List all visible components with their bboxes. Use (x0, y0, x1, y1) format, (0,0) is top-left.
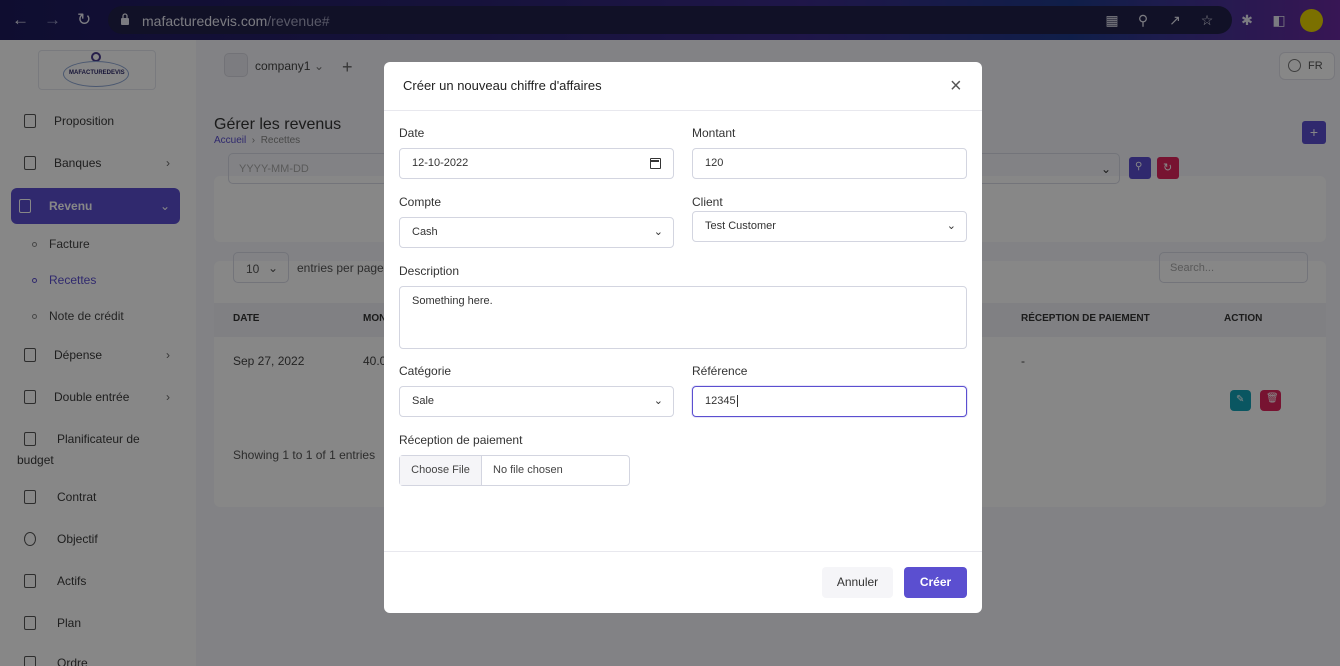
category-select[interactable]: Sale ⌄ (399, 386, 674, 417)
account-select[interactable]: Cash ⌄ (399, 217, 674, 248)
create-revenue-modal: Créer un nouveau chiffre d'affaires × Da… (384, 62, 982, 613)
file-status: No file chosen (493, 464, 563, 476)
payment-receipt-label: Réception de paiement (399, 433, 523, 447)
description-label: Description (399, 264, 460, 278)
modal-footer-divider (384, 551, 982, 552)
reference-input[interactable]: 12345 (692, 386, 967, 417)
account-label: Compte (399, 195, 442, 209)
amount-input[interactable]: 120 (692, 148, 967, 179)
chevron-down-icon: ⌄ (653, 395, 663, 407)
modal-title: Créer un nouveau chiffre d'affaires (403, 78, 602, 93)
calendar-icon[interactable] (650, 158, 661, 169)
cancel-button[interactable]: Annuler (822, 567, 893, 598)
create-button[interactable]: Créer (904, 567, 967, 598)
choose-file-button[interactable]: Choose File (400, 456, 482, 485)
chevron-down-icon: ⌄ (946, 220, 956, 232)
chevron-down-icon: ⌄ (653, 226, 663, 238)
category-label: Catégorie (399, 364, 452, 378)
client-label: Client (692, 195, 723, 209)
date-label: Date (399, 126, 425, 140)
client-select[interactable]: Test Customer ⌄ (692, 211, 967, 242)
payment-file-input[interactable]: Choose File No file chosen (399, 455, 630, 486)
close-icon[interactable]: × (950, 76, 962, 96)
modal-divider (384, 110, 982, 111)
reference-label: Référence (692, 364, 748, 378)
date-input[interactable]: 12-10-2022 (399, 148, 674, 179)
description-textarea[interactable]: Something here. (399, 286, 967, 349)
amount-label: Montant (692, 126, 736, 140)
